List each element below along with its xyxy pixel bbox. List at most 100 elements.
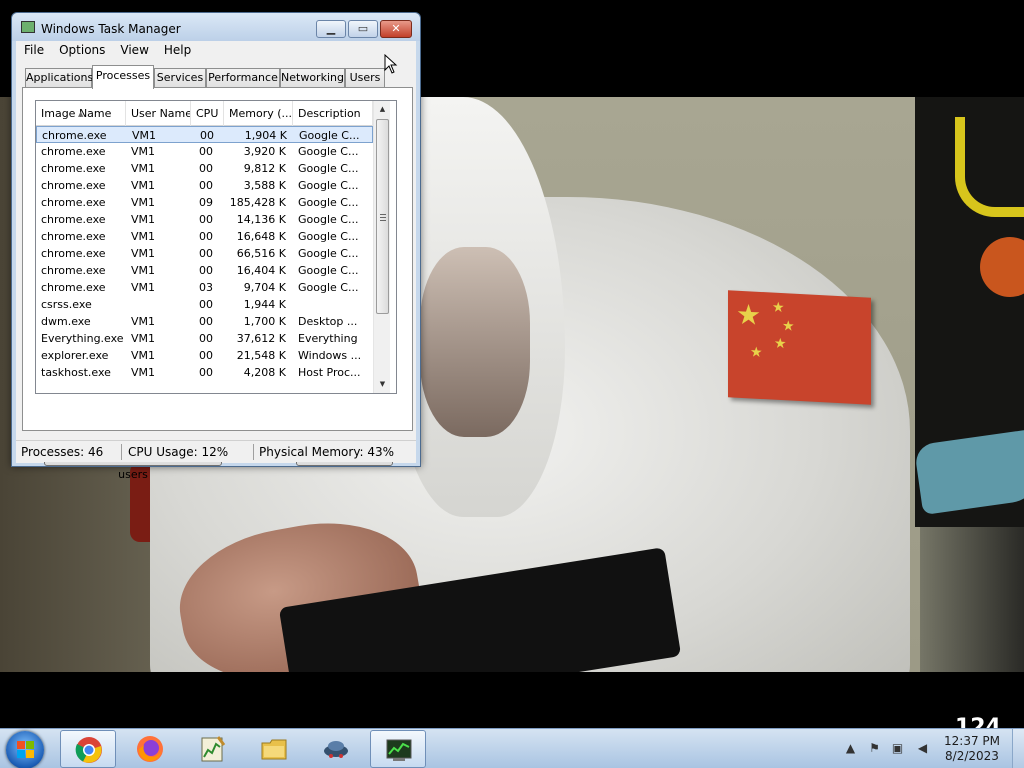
volume-muted-icon[interactable]: ◀ [915, 741, 930, 755]
tab-performance[interactable]: Performance [206, 68, 280, 88]
tab-processes[interactable]: Processes [92, 65, 154, 89]
process-cpu: 00 [199, 213, 213, 226]
tab-applications[interactable]: Applications [25, 68, 93, 88]
process-row[interactable]: chrome.exe VM1 03 9,704 K Google C... [36, 279, 373, 296]
sort-arrow-icon: ▲ [78, 110, 84, 118]
menu-help[interactable]: Help [156, 41, 198, 57]
star-icon: ★ [750, 344, 763, 362]
process-cpu: 00 [199, 264, 213, 277]
taskbar-firefox[interactable] [122, 730, 178, 768]
process-memory: 9,704 K [243, 281, 286, 294]
process-image-name: chrome.exe [42, 129, 107, 142]
taskbar-notepad-chart[interactable] [184, 730, 240, 768]
process-description: Google C... [299, 129, 360, 142]
column-user-name[interactable]: User Name [126, 101, 191, 126]
process-image-name: dwm.exe [41, 315, 91, 328]
process-memory: 185,428 K [229, 196, 286, 209]
process-memory: 16,648 K [236, 230, 286, 243]
taskbar-network-app[interactable] [308, 730, 364, 768]
process-row[interactable]: chrome.exe VM1 00 9,812 K Google C... [36, 160, 373, 177]
menu-file[interactable]: File [16, 41, 51, 57]
process-image-name: explorer.exe [41, 349, 109, 362]
process-user-name: VM1 [131, 179, 156, 192]
action-center-flag-icon[interactable]: ⚑ [867, 741, 882, 755]
taskbar-chrome[interactable] [60, 730, 116, 768]
start-orb[interactable] [6, 731, 44, 768]
process-description: Google C... [298, 196, 359, 209]
process-cpu: 09 [199, 196, 213, 209]
process-row[interactable]: chrome.exe VM1 00 66,516 K Google C... [36, 245, 373, 262]
process-description: Google C... [298, 162, 359, 175]
status-processes: Processes: 46 [21, 445, 104, 459]
face [420, 247, 530, 437]
column-cpu[interactable]: CPU [191, 101, 224, 126]
red-flag-picture: ★ ★ ★ ★ ★ [728, 290, 871, 405]
process-cpu: 00 [199, 332, 213, 345]
list-header: ▲ Image Name User Name CPU Memory (... De… [36, 101, 373, 126]
star-icon: ★ [772, 299, 785, 317]
scroll-thumb[interactable] [376, 119, 389, 314]
process-row[interactable]: chrome.exe VM1 09 185,428 K Google C... [36, 194, 373, 211]
column-memory[interactable]: Memory (... [224, 101, 293, 126]
show-desktop-button[interactable] [1012, 729, 1024, 768]
process-row[interactable]: chrome.exe VM1 00 16,648 K Google C... [36, 228, 373, 245]
process-user-name: VM1 [131, 247, 156, 260]
process-memory: 1,700 K [243, 315, 286, 328]
process-memory: 14,136 K [236, 213, 286, 226]
tab-users[interactable]: Users [345, 68, 385, 88]
firefox-icon [137, 736, 163, 762]
star-icon: ★ [774, 335, 787, 353]
process-cpu: 00 [199, 298, 213, 311]
process-row[interactable]: chrome.exe VM1 00 3,920 K Google C... [36, 143, 373, 160]
process-description: Google C... [298, 179, 359, 192]
title-bar[interactable]: Windows Task Manager ▁ ▭ ✕ [12, 13, 420, 41]
process-image-name: chrome.exe [41, 247, 106, 260]
mouse-pointer-icon [384, 54, 398, 74]
process-row[interactable]: csrss.exe 00 1,944 K [36, 296, 373, 313]
task-manager-icon [21, 21, 35, 33]
process-memory: 3,588 K [243, 179, 286, 192]
process-description: Google C... [298, 213, 359, 226]
process-user-name: VM1 [131, 213, 156, 226]
column-image-name[interactable]: ▲ Image Name [36, 101, 126, 126]
process-row[interactable]: chrome.exe VM1 00 1,904 K Google C... [36, 126, 373, 143]
tab-networking[interactable]: Networking [280, 68, 345, 88]
process-user-name: VM1 [131, 264, 156, 277]
process-row[interactable]: chrome.exe VM1 00 3,588 K Google C... [36, 177, 373, 194]
process-list[interactable]: ▲ Image Name User Name CPU Memory (... De… [35, 100, 397, 394]
process-row[interactable]: chrome.exe VM1 00 14,136 K Google C... [36, 211, 373, 228]
process-row[interactable]: explorer.exe VM1 00 21,548 K Windows ... [36, 347, 373, 364]
process-description: Google C... [298, 230, 359, 243]
column-description[interactable]: Description [293, 101, 373, 126]
process-description: Google C... [298, 281, 359, 294]
process-image-name: Everything.exe [41, 332, 124, 345]
process-cpu: 00 [199, 230, 213, 243]
process-row[interactable]: dwm.exe VM1 00 1,700 K Desktop ... [36, 313, 373, 330]
taskbar-file-explorer[interactable] [246, 730, 302, 768]
taskbar-task-manager[interactable] [370, 730, 426, 768]
process-image-name: chrome.exe [41, 264, 106, 277]
maximize-button[interactable]: ▭ [348, 20, 378, 38]
vertical-scrollbar[interactable]: ▲ ▼ [373, 101, 390, 393]
process-image-name: chrome.exe [41, 196, 106, 209]
show-hidden-icons-arrow-icon[interactable]: ▲ [843, 741, 858, 755]
process-row[interactable]: taskhost.exe VM1 00 4,208 K Host Proc... [36, 364, 373, 381]
close-button[interactable]: ✕ [380, 20, 412, 38]
process-memory: 21,548 K [236, 349, 286, 362]
scroll-down-arrow-icon[interactable]: ▼ [374, 376, 391, 393]
network-icon[interactable]: ▣ [890, 741, 905, 755]
process-description: Host Proc... [298, 366, 361, 379]
process-row[interactable]: chrome.exe VM1 00 16,404 K Google C... [36, 262, 373, 279]
menu-view[interactable]: View [112, 41, 155, 57]
star-icon: ★ [736, 297, 762, 332]
menu-bar: File Options View Help [16, 41, 416, 61]
scroll-up-arrow-icon[interactable]: ▲ [374, 101, 391, 118]
process-row[interactable]: Everything.exe VM1 00 37,612 K Everything [36, 330, 373, 347]
menu-options[interactable]: Options [51, 41, 112, 57]
tab-services[interactable]: Services [154, 68, 206, 88]
system-clock[interactable]: 12:37 PM 8/2/2023 [940, 734, 1004, 764]
clock-time: 12:37 PM [944, 734, 1000, 748]
minimize-button[interactable]: ▁ [316, 20, 346, 38]
task-manager-window[interactable]: Windows Task Manager ▁ ▭ ✕ File Options Vi… [11, 12, 421, 481]
process-image-name: chrome.exe [41, 179, 106, 192]
